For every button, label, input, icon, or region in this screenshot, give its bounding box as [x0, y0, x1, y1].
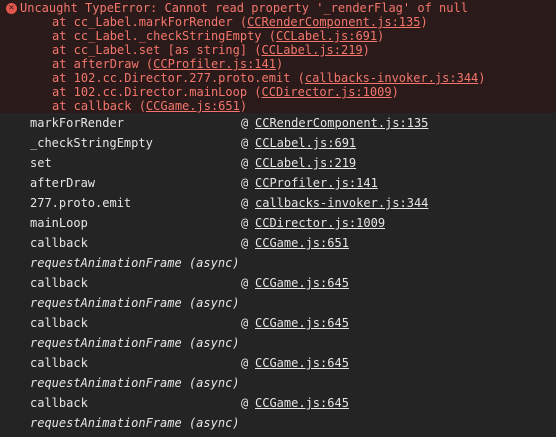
at-symbol: @ — [241, 356, 249, 370]
source-link[interactable]: CCLabel.js:691 — [255, 135, 356, 151]
function-name: mainLoop — [30, 216, 88, 230]
error-stack-frame: at cc_Label._checkStringEmpty (CCLabel.j… — [52, 29, 384, 43]
at-symbol: @ — [241, 176, 249, 190]
frame-suffix: ) — [377, 29, 385, 43]
source-link[interactable]: CCGame.js:645 — [255, 355, 349, 371]
async-boundary-row: requestAnimationFrame (async) — [0, 413, 556, 433]
frame-suffix: ) — [478, 71, 486, 85]
at-symbol: @ — [241, 156, 249, 170]
async-label: requestAnimationFrame (async) — [30, 416, 240, 430]
at-symbol: @ — [241, 316, 249, 330]
source-link[interactable]: CCLabel.js:219 — [255, 155, 356, 171]
source-link[interactable]: callbacks-invoker.js:344 — [255, 195, 428, 211]
at-symbol: @ — [241, 276, 249, 290]
source-link[interactable]: CCDirector.js:1009 — [255, 215, 385, 231]
frame-source-link[interactable]: callbacks-invoker.js:344 — [305, 71, 478, 85]
source-link[interactable]: CCRenderComponent.js:135 — [255, 115, 428, 131]
async-boundary-row: requestAnimationFrame (async) — [0, 333, 556, 353]
error-message: Uncaught TypeError: Cannot read property… — [20, 1, 468, 15]
async-boundary-row: requestAnimationFrame (async) — [0, 293, 556, 313]
frame-source-link[interactable]: CCDirector.js:1009 — [262, 85, 392, 99]
frame-prefix: at 102.cc.Director.mainLoop ( — [52, 85, 262, 99]
frame-suffix: ) — [420, 15, 428, 29]
function-name: markForRender — [30, 116, 124, 130]
error-circle-icon[interactable]: ✕ — [6, 3, 17, 14]
frame-prefix: at callback ( — [52, 99, 146, 113]
async-label: requestAnimationFrame (async) — [30, 296, 240, 310]
frame-suffix: ) — [391, 85, 399, 99]
frame-prefix: at cc_Label.set [as string] ( — [52, 43, 262, 57]
at-symbol: @ — [241, 396, 249, 410]
error-stack-frame: at 102.cc.Director.mainLoop (CCDirector.… — [52, 85, 399, 99]
frame-source-link[interactable]: CCGame.js:651 — [146, 99, 240, 113]
frame-suffix: ) — [239, 99, 248, 113]
function-name: set — [30, 156, 52, 170]
function-name: callback — [30, 316, 88, 330]
stack-frame-row[interactable]: set @ CCLabel.js:219 — [0, 153, 556, 173]
function-name: callback — [30, 236, 88, 250]
frame-suffix: ) — [275, 57, 284, 71]
async-label: requestAnimationFrame (async) — [30, 376, 240, 390]
function-name: _checkStringEmpty — [30, 136, 153, 150]
at-symbol: @ — [241, 116, 249, 130]
async-boundary-row: requestAnimationFrame (async) — [0, 373, 556, 393]
frame-source-link[interactable]: CCProfiler.js:141 — [153, 57, 276, 71]
error-stack-frame: at cc_Label.markForRender (CCRenderCompo… — [52, 15, 428, 29]
stack-frame-row[interactable]: markForRender @ CCRenderComponent.js:135 — [0, 113, 556, 133]
stack-frame-row[interactable]: callback @ CCGame.js:645 — [0, 393, 556, 413]
async-label: requestAnimationFrame (async) — [30, 256, 240, 270]
stack-frame-row[interactable]: afterDraw @ CCProfiler.js:141 — [0, 173, 556, 193]
stack-frame-row[interactable]: callback @ CCGame.js:645 — [0, 273, 556, 293]
stack-frame-row[interactable]: mainLoop @ CCDirector.js:1009 — [0, 213, 556, 233]
at-symbol: @ — [241, 136, 249, 150]
error-stack-frame: at 102.cc.Director.277.proto.emit (callb… — [52, 71, 486, 85]
frame-prefix: at cc_Label._checkStringEmpty ( — [52, 29, 276, 43]
frame-prefix: at afterDraw ( — [52, 57, 154, 71]
function-name: 277.proto.emit — [30, 196, 132, 210]
function-name: callback — [30, 396, 88, 410]
at-symbol: @ — [241, 216, 249, 230]
frame-source-link[interactable]: CCLabel.js:219 — [262, 43, 363, 57]
at-symbol: @ — [241, 236, 249, 250]
stack-frame-row[interactable]: _checkStringEmpty @ CCLabel.js:691 — [0, 133, 556, 153]
frame-prefix: at cc_Label.markForRender ( — [52, 15, 248, 29]
async-boundary-row: requestAnimationFrame (async) — [0, 253, 556, 273]
frame-source-link[interactable]: CCLabel.js:691 — [276, 29, 377, 43]
function-name: afterDraw — [30, 176, 96, 190]
stack-frame-row[interactable]: 277.proto.emit @ callbacks-invoker.js:344 — [0, 193, 556, 213]
source-link[interactable]: CCGame.js:645 — [255, 395, 349, 411]
source-link[interactable]: CCGame.js:645 — [255, 315, 349, 331]
stack-frame-row[interactable]: callback @ CCGame.js:651 — [0, 233, 556, 253]
function-name: callback — [30, 276, 88, 290]
stack-frame-row[interactable]: callback @ CCGame.js:645 — [0, 353, 556, 373]
at-symbol: @ — [241, 196, 249, 210]
frame-suffix: ) — [362, 43, 370, 57]
stack-frame-row[interactable]: callback @ CCGame.js:645 — [0, 313, 556, 333]
source-link[interactable]: CCGame.js:645 — [255, 275, 349, 291]
source-link[interactable]: CCProfiler.js:141 — [255, 175, 378, 191]
function-name: callback — [30, 356, 88, 370]
async-label: requestAnimationFrame (async) — [30, 336, 240, 350]
error-message-block: ✕ Uncaught TypeError: Cannot read proper… — [0, 0, 556, 113]
error-stack-frame: at afterDraw (CCProfiler.js:141) — [52, 57, 283, 71]
error-stack-frame: at cc_Label.set [as string] (CCLabel.js:… — [52, 43, 370, 57]
error-stack-frame: at callback (CCGame.js:651) — [52, 99, 247, 113]
frame-source-link[interactable]: CCRenderComponent.js:135 — [247, 15, 420, 29]
frame-prefix: at 102.cc.Director.277.proto.emit ( — [52, 71, 305, 85]
source-link[interactable]: CCGame.js:651 — [255, 235, 349, 251]
